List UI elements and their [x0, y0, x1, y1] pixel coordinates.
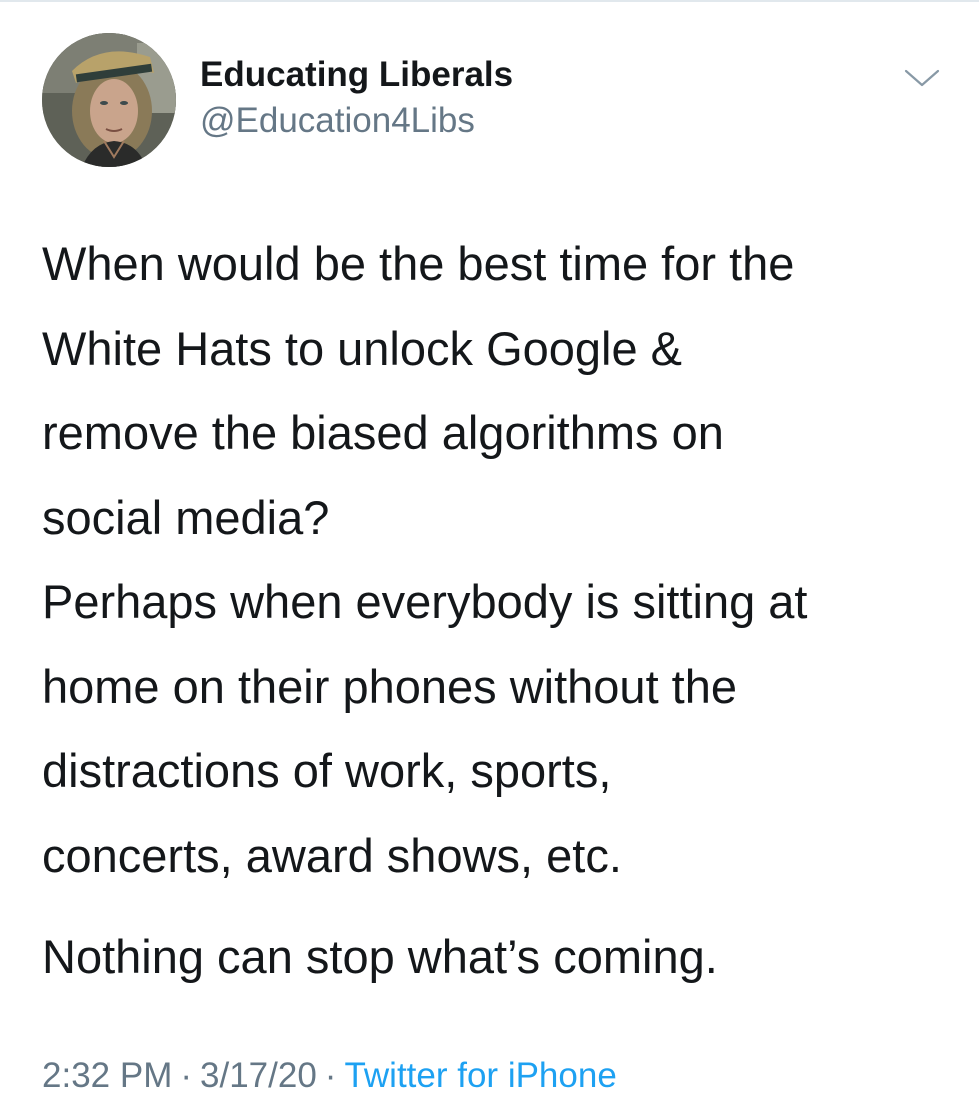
tweet-line: When would be the best time for the [42, 237, 795, 290]
tweet-time[interactable]: 2:32 PM [42, 1056, 172, 1095]
top-divider [0, 0, 979, 2]
author-handle[interactable]: @Education4Libs [200, 100, 513, 142]
tweet-paragraph-2: Perhaps when everybody is sitting at hom… [42, 560, 807, 898]
tweet-line: remove the biased algorithms on [42, 406, 724, 459]
tweet-line: home on their phones without the [42, 659, 738, 713]
tweet-paragraph-3: Nothing can stop what’s coming. [42, 915, 718, 1000]
tweet-meta: 2:32 PM · 3/17/20 · Twitter for iPhone [42, 1054, 617, 1098]
author-display-name[interactable]: Educating Liberals [200, 54, 513, 96]
tweet-text: When would be the best time for the Whit… [42, 222, 942, 983]
tweet-line: social media? [42, 490, 330, 544]
tweet-menu-button[interactable] [902, 63, 942, 93]
tweet-paragraph-1: When would be the best time for the Whit… [42, 222, 942, 560]
tweet-header: Educating Liberals @Education4Libs [42, 33, 942, 167]
chevron-down-icon [904, 69, 940, 87]
tweet-line: Perhaps when everybody is sitting at [42, 575, 808, 628]
tweet-line: Nothing can stop what’s coming. [42, 930, 718, 983]
tweet-date[interactable]: 3/17/20 [200, 1056, 317, 1095]
avatar[interactable] [42, 33, 176, 167]
meta-separator: · [324, 1056, 337, 1095]
tweet-line: distractions of work, sports, [42, 744, 612, 797]
tweet-source-link[interactable]: Twitter for iPhone [344, 1056, 616, 1095]
tweet-line: concerts, award shows, etc. [42, 828, 622, 882]
avatar-photo-icon [42, 33, 176, 167]
meta-separator: · [180, 1056, 193, 1095]
tweet-line: White Hats to unlock Google & [42, 321, 683, 375]
author-names: Educating Liberals @Education4Libs [200, 54, 513, 142]
